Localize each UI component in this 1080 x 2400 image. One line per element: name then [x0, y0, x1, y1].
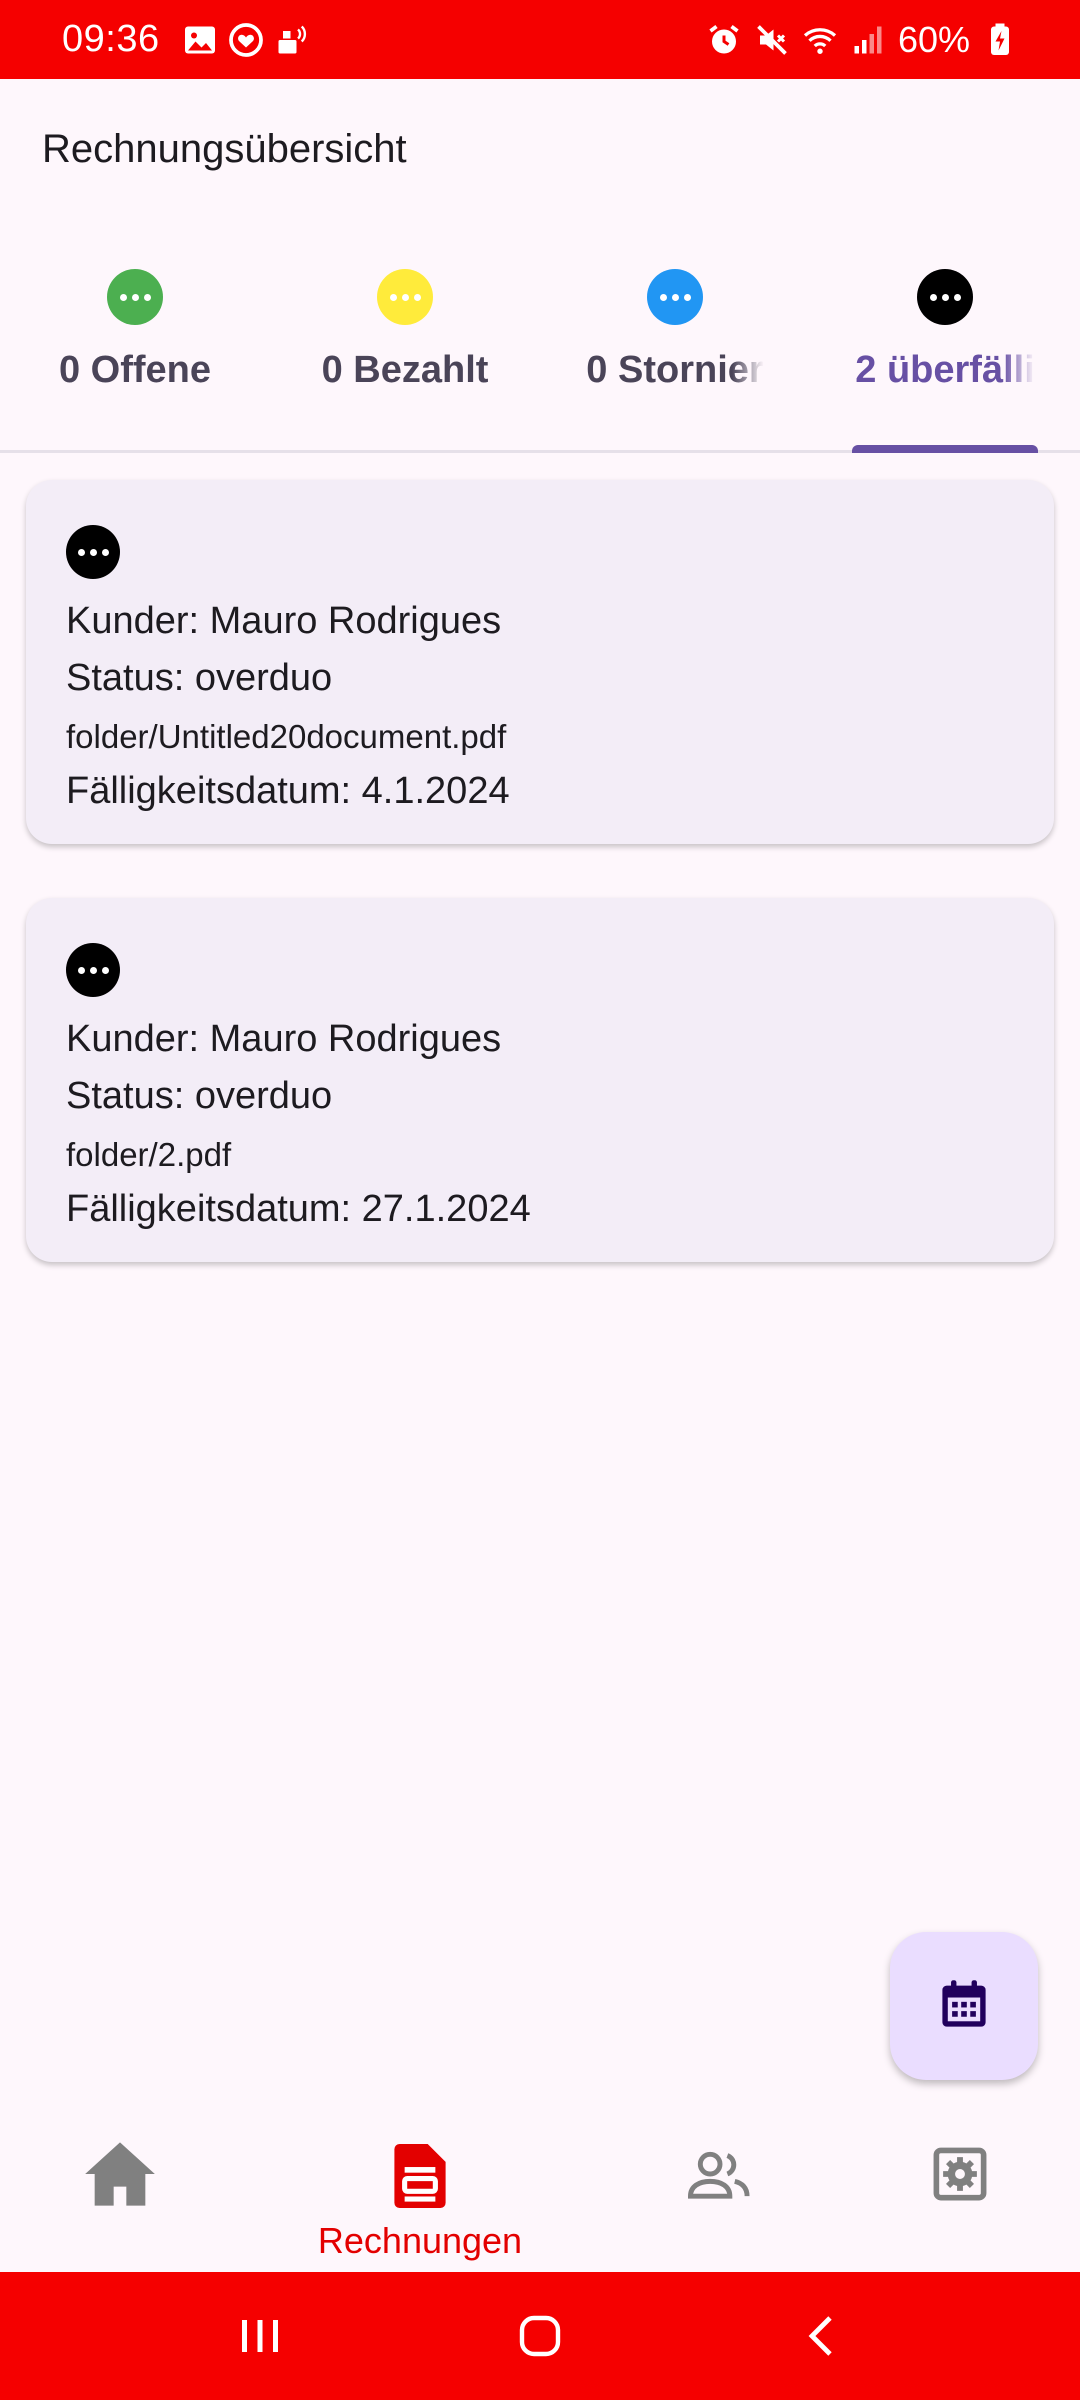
tab-label: 0 Offene — [58, 349, 212, 391]
calendar-icon — [938, 1977, 990, 2036]
invoice-due-date: Fälligkeitsdatum: 4.1.2024 — [66, 770, 510, 812]
status-bar: 09:36 60% — [0, 0, 1080, 79]
signal-icon — [850, 22, 886, 58]
invoice-file: folder/2.pdf — [66, 1136, 232, 1173]
settings-icon — [922, 2136, 998, 2212]
invoice-file: folder/Untitled20document.pdf — [66, 718, 507, 755]
more-dots-icon — [647, 269, 703, 325]
tab-cancelled[interactable]: 0 Stornier — [540, 229, 810, 450]
invoice-status: Status: overduo — [66, 657, 333, 699]
battery-icon — [982, 22, 1018, 58]
more-dots-icon — [377, 269, 433, 325]
back-icon[interactable] — [780, 2296, 860, 2376]
tab-overdue[interactable]: 2 überfälli — [810, 229, 1080, 453]
nav-settings[interactable] — [840, 2100, 1080, 2272]
invoice-card[interactable]: Kunder: Mauro Rodrigues Status: overduo … — [26, 898, 1054, 1262]
calendar-fab-button[interactable] — [890, 1932, 1038, 2080]
more-dots-icon — [107, 269, 163, 325]
home-icon — [82, 2136, 158, 2212]
recent-apps-icon[interactable] — [220, 2296, 300, 2376]
status-notification-icons — [182, 22, 310, 58]
tab-paid[interactable]: 0 Bezahlt — [270, 229, 540, 450]
invoice-status: Status: overduo — [66, 1075, 333, 1117]
app-bar: Rechnungsübersicht — [0, 79, 1080, 229]
system-navigation-bar — [0, 2272, 1080, 2400]
page-title: Rechnungsübersicht — [42, 127, 407, 171]
invoice-customer: Kunder: Mauro Rodrigues — [66, 1018, 502, 1060]
more-dots-icon — [66, 943, 120, 997]
battery-percent: 60% — [897, 18, 970, 60]
nav-invoices-label: Rechnungen — [317, 2220, 523, 2261]
nav-customers[interactable] — [600, 2100, 840, 2272]
invoice-due-date: Fälligkeitsdatum: 27.1.2024 — [66, 1188, 531, 1230]
invoice-icon — [382, 2138, 458, 2214]
tab-label: 0 Stornier — [586, 349, 764, 391]
more-dots-icon — [917, 269, 973, 325]
nav-home[interactable] — [0, 2100, 240, 2272]
alarm-icon — [706, 22, 742, 58]
invoice-card[interactable]: Kunder: Mauro Rodrigues Status: overduo … — [26, 480, 1054, 844]
status-tabs: 0 Offene 0 Bezahlt 0 Stornier 2 überfäll… — [0, 229, 1080, 453]
heart-monitor-icon — [228, 22, 264, 58]
people-icon — [682, 2136, 758, 2212]
wifi-icon — [802, 22, 838, 58]
nav-invoices[interactable]: Rechnungen — [240, 2100, 600, 2272]
status-system-icons: 60% — [706, 19, 1018, 61]
invoice-customer: Kunder: Mauro Rodrigues — [66, 600, 502, 642]
savings-icon — [274, 22, 310, 58]
image-icon — [182, 22, 218, 58]
mute-icon — [754, 22, 790, 58]
bottom-navigation: Rechnungen — [0, 2100, 1080, 2272]
home-circle-icon[interactable] — [500, 2296, 580, 2376]
tab-label: 0 Bezahlt — [321, 349, 489, 391]
more-dots-icon — [66, 525, 120, 579]
tab-label: 2 überfälli — [855, 349, 1035, 391]
status-time: 09:36 — [62, 18, 160, 60]
tab-open[interactable]: 0 Offene — [0, 229, 270, 450]
tab-indicator — [852, 445, 1038, 453]
